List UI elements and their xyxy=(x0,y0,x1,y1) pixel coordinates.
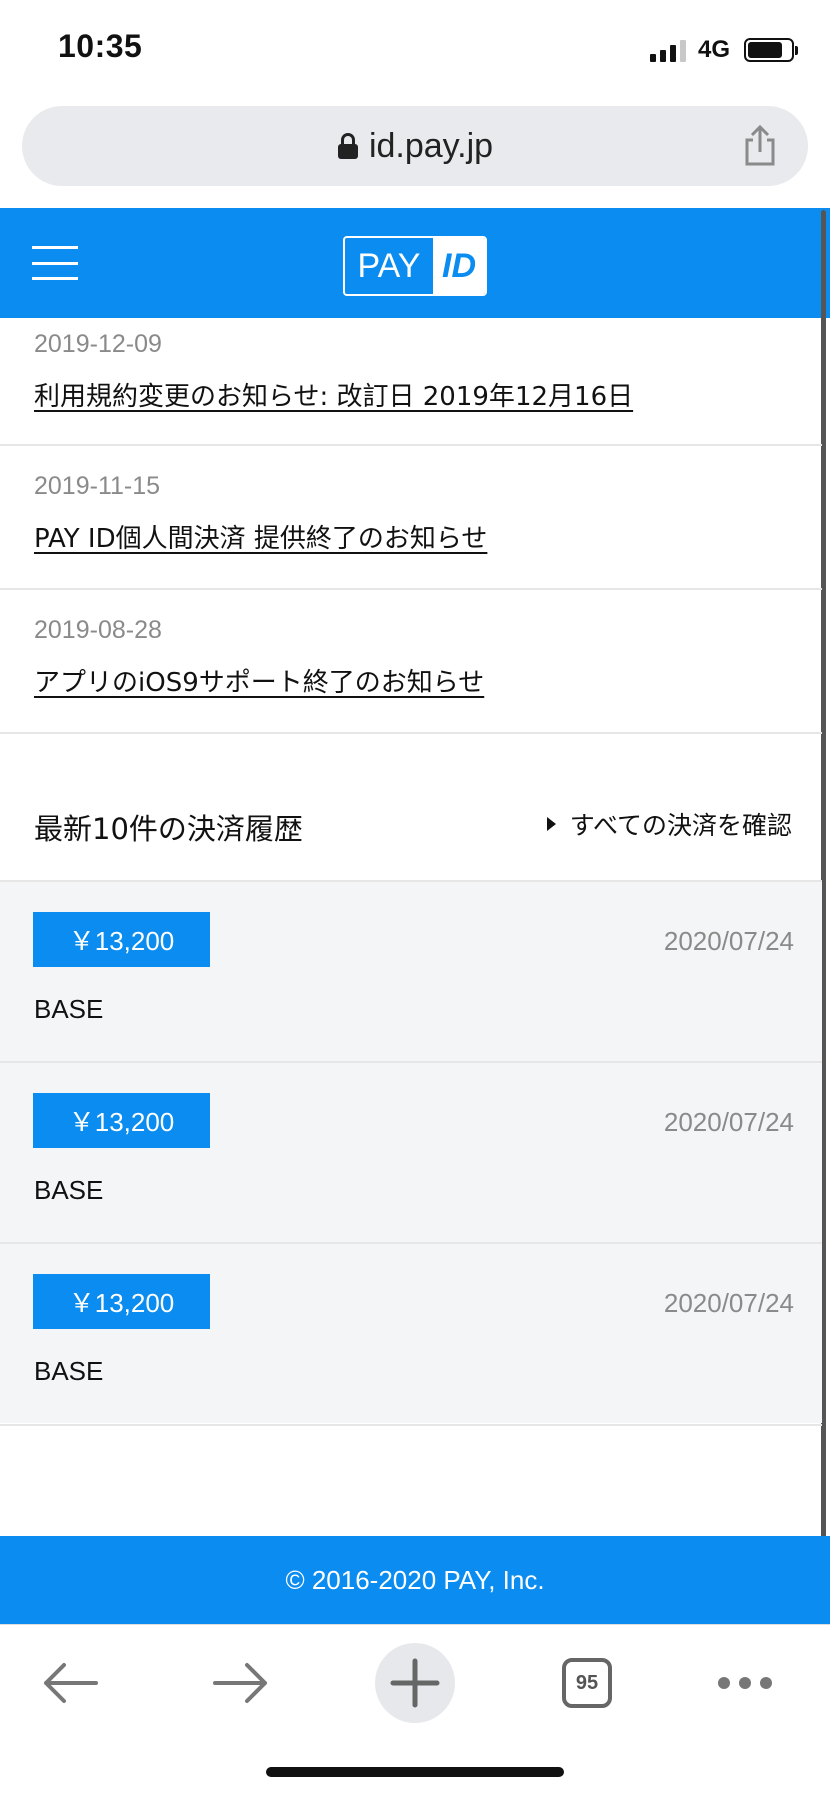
news-item: 2019-11-15 PAY ID個人間決済 提供終了のお知らせ xyxy=(0,446,822,590)
news-date: 2019-08-28 xyxy=(34,616,162,644)
payments-section-title: 最新10件の決済履歴 xyxy=(34,812,303,846)
plus-icon xyxy=(390,1658,440,1708)
list-divider xyxy=(0,1424,822,1426)
battery-icon xyxy=(744,38,798,62)
triangle-right-icon xyxy=(546,817,556,831)
merchant-name: BASE xyxy=(34,1175,104,1205)
lock-icon xyxy=(337,133,359,159)
site-header: PAY ID xyxy=(0,208,830,318)
logo-id-text: ID xyxy=(433,238,485,294)
amount-badge: ￥13,200 xyxy=(33,1274,210,1329)
payment-row[interactable]: ￥13,200 2020/07/24 BASE xyxy=(0,1242,822,1423)
news-link[interactable]: PAY ID個人間決済 提供終了のお知らせ xyxy=(34,518,487,555)
merchant-name: BASE xyxy=(34,1356,104,1386)
payment-row[interactable]: ￥13,200 2020/07/24 BASE xyxy=(0,880,822,1061)
browser-toolbar: 95 xyxy=(0,1624,830,1744)
hamburger-menu-icon[interactable] xyxy=(32,246,78,280)
arrow-right-icon xyxy=(213,1663,267,1703)
news-item: 2019-12-09 利用規約変更のお知らせ: 改訂日 2019年12月16日 xyxy=(0,318,822,446)
news-date: 2019-11-15 xyxy=(34,472,161,500)
payment-date: 2020/07/24 xyxy=(663,1288,794,1318)
back-button[interactable] xyxy=(30,1643,110,1723)
more-menu-button[interactable] xyxy=(705,1643,785,1723)
forward-button[interactable] xyxy=(201,1643,281,1723)
news-date: 2019-12-09 xyxy=(34,330,162,358)
more-dots-icon xyxy=(718,1677,772,1689)
pay-id-logo[interactable]: PAY ID xyxy=(343,236,487,296)
news-link[interactable]: アプリのiOS9サポート終了のお知らせ xyxy=(34,662,484,699)
news-item: 2019-08-28 アプリのiOS9サポート終了のお知らせ xyxy=(0,590,822,734)
arrow-left-icon xyxy=(44,1663,98,1703)
tab-count-icon: 95 xyxy=(562,1658,612,1708)
new-tab-button[interactable] xyxy=(375,1643,455,1723)
address-bar[interactable]: id.pay.jp xyxy=(22,106,808,186)
view-all-payments-label: すべての決済を確認 xyxy=(569,811,792,840)
home-indicator[interactable] xyxy=(266,1767,564,1777)
copyright-text: © 2016-2020 PAY, Inc. xyxy=(285,1564,545,1595)
status-bar: 10:35 4G xyxy=(0,0,830,100)
share-icon[interactable] xyxy=(738,124,782,168)
url-text: id.pay.jp xyxy=(368,126,494,165)
payment-date: 2020/07/24 xyxy=(663,926,794,956)
site-footer: © 2016-2020 PAY, Inc. xyxy=(0,1536,830,1624)
signal-strength-icon xyxy=(650,38,686,62)
logo-pay-text: PAY xyxy=(357,246,421,285)
news-link[interactable]: 利用規約変更のお知らせ: 改訂日 2019年12月16日 xyxy=(34,376,633,413)
amount-badge: ￥13,200 xyxy=(33,912,210,967)
amount-badge: ￥13,200 xyxy=(33,1093,210,1148)
tabs-button[interactable]: 95 xyxy=(547,1643,627,1723)
status-time: 10:35 xyxy=(58,28,143,64)
network-type: 4G xyxy=(698,36,731,63)
merchant-name: BASE xyxy=(34,994,104,1024)
view-all-payments-link[interactable]: すべての決済を確認 xyxy=(546,806,792,842)
payment-date: 2020/07/24 xyxy=(663,1107,794,1137)
payment-row[interactable]: ￥13,200 2020/07/24 BASE xyxy=(0,1061,822,1242)
